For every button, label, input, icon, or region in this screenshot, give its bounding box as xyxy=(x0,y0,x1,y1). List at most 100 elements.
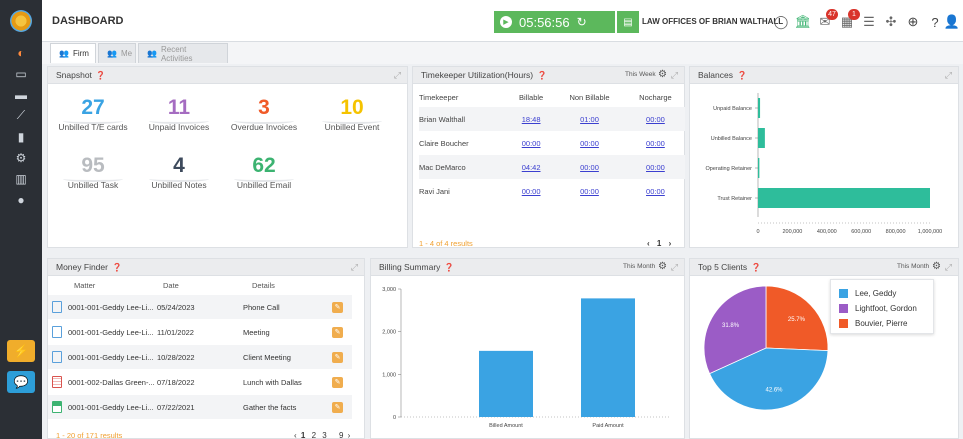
period-selector[interactable]: This Month xyxy=(897,263,929,270)
folder-icon[interactable]: ▭ xyxy=(0,63,42,84)
stat-underline xyxy=(234,118,294,124)
expand-icon[interactable]: ⤢ xyxy=(671,70,678,81)
prev-page-icon[interactable]: ‹ xyxy=(294,431,297,439)
legend-item[interactable]: Bouvier, Pierre xyxy=(839,316,927,331)
list-icon[interactable]: ☰ xyxy=(860,13,878,31)
hours-link[interactable]: 00:00 xyxy=(553,131,626,155)
info-icon[interactable]: ❓ xyxy=(112,263,122,272)
table-row[interactable]: 0001-001-Geddy Lee-Li... 07/22/2021 Gather… xyxy=(48,395,352,419)
column-header[interactable]: Non Billable xyxy=(553,87,626,107)
table-row[interactable]: 0001-001-Geddy Lee-Li... 05/24/2023 Phone … xyxy=(48,295,352,319)
gear-icon[interactable]: ⚙ xyxy=(658,261,667,272)
expand-icon[interactable]: ⤢ xyxy=(351,262,358,273)
tab-recent-activities[interactable]: 👥 Recent Activities xyxy=(138,43,228,63)
row-date: 07/18/2022 xyxy=(157,377,195,387)
hours-link[interactable]: 00:00 xyxy=(626,131,685,155)
page-number[interactable]: 9 xyxy=(339,431,343,439)
sidebar: ◐ ▭ ▬ ⟋ ▮ ⚙ ▥ ● ⚡ 💬 xyxy=(0,0,42,439)
timekeeper-table: Timekeeper Billable Non Billable Nocharge B… xyxy=(419,87,685,203)
chat-bubble-icon[interactable]: ◯ xyxy=(772,13,790,31)
row-date: 11/01/2022 xyxy=(157,327,194,337)
next-page-icon[interactable]: › xyxy=(348,431,351,439)
edit-icon[interactable]: ✎ xyxy=(332,301,343,313)
time-card-icon[interactable]: ▤ xyxy=(617,11,639,33)
chat-icon[interactable]: 💬 xyxy=(7,371,35,393)
tab-me[interactable]: 👥 Me xyxy=(98,43,136,63)
column-header[interactable]: Nocharge xyxy=(626,87,685,107)
hours-link[interactable]: 00:00 xyxy=(626,179,685,203)
info-icon[interactable]: ❓ xyxy=(751,263,761,272)
row-details: Meeting xyxy=(243,327,270,337)
lightning-icon[interactable]: ⚡ xyxy=(7,340,35,362)
column-header[interactable]: Timekeeper xyxy=(419,87,509,107)
user-icon[interactable]: ● xyxy=(0,189,42,210)
column-header[interactable]: Matter xyxy=(74,281,95,290)
legend-item[interactable]: Lee, Geddy xyxy=(839,286,927,301)
period-selector[interactable]: This Week xyxy=(625,71,656,78)
column-header[interactable]: Date xyxy=(163,281,179,290)
column-header[interactable]: Details xyxy=(252,281,275,290)
bar-chart-icon[interactable]: ▥ xyxy=(0,168,42,189)
tick-label: 3,000 xyxy=(382,287,396,293)
page-number[interactable]: 1 xyxy=(301,431,305,439)
legend-label: Lee, Geddy xyxy=(855,289,897,298)
play-icon[interactable]: ▶ xyxy=(500,16,512,28)
puzzle-icon[interactable]: ✣ xyxy=(882,13,900,31)
tab-firm[interactable]: 👥 Firm xyxy=(50,43,96,63)
timer-button[interactable]: ▶ 05:56:56 ↻ xyxy=(494,11,615,33)
expand-icon[interactable]: ⤢ xyxy=(945,70,952,81)
row-details: Client Meeting xyxy=(243,352,291,362)
hours-link[interactable]: 00:00 xyxy=(509,131,553,155)
chart-line-icon[interactable]: ⟋ xyxy=(0,105,42,126)
edit-icon[interactable]: ✎ xyxy=(332,326,343,338)
column-header[interactable]: Billable xyxy=(509,87,553,107)
hours-link[interactable]: 18:48 xyxy=(509,107,554,131)
app-logo[interactable] xyxy=(0,0,42,42)
page-number[interactable]: 1 xyxy=(657,239,661,248)
legend-item[interactable]: Lightfoot, Gordon xyxy=(839,301,927,316)
book-icon[interactable]: ▮ xyxy=(0,126,42,147)
palette-icon[interactable]: ◐ xyxy=(0,42,42,63)
next-page-icon[interactable]: › xyxy=(669,239,672,248)
hours-link[interactable]: 00:00 xyxy=(625,107,685,131)
add-icon[interactable]: ⊕ xyxy=(904,13,922,31)
cogs-icon[interactable]: ⚙ xyxy=(0,147,42,168)
edit-icon[interactable]: ✎ xyxy=(332,376,343,388)
hours-link[interactable]: 00:00 xyxy=(553,155,626,179)
period-selector[interactable]: This Month xyxy=(623,263,655,270)
hours-link[interactable]: 00:00 xyxy=(625,155,685,179)
refresh-icon[interactable]: ↻ xyxy=(577,15,587,29)
help-icon[interactable]: ? xyxy=(926,13,944,31)
table-row[interactable]: 0001-001-Geddy Lee-Li... 10/28/2022 Client… xyxy=(48,345,352,369)
bank-icon[interactable]: 🏛 xyxy=(794,13,812,31)
hours-link[interactable]: 00:00 xyxy=(553,179,626,203)
expand-icon[interactable]: ⤢ xyxy=(394,70,401,81)
hours-link[interactable]: 00:00 xyxy=(509,179,553,203)
edit-icon[interactable]: ✎ xyxy=(332,401,343,413)
bar xyxy=(581,298,635,417)
gear-icon[interactable]: ⚙ xyxy=(658,69,667,80)
mail-icon[interactable]: ✉ 47 xyxy=(816,9,838,31)
prev-page-icon[interactable]: ‹ xyxy=(647,239,650,248)
hours-link[interactable]: 01:00 xyxy=(553,107,626,131)
hours-link[interactable]: 04:42 xyxy=(509,155,554,179)
gear-icon[interactable]: ⚙ xyxy=(932,261,941,272)
info-icon[interactable]: ❓ xyxy=(96,71,106,80)
table-row[interactable]: 0001-001-Geddy Lee-Li... 11/01/2022 Meetin… xyxy=(48,320,352,344)
table-row[interactable]: 0001-002-Dallas Green-... 07/18/2022 Lunch… xyxy=(48,370,352,394)
legend-label: Bouvier, Pierre xyxy=(855,319,908,328)
edit-icon[interactable]: ✎ xyxy=(332,351,343,363)
expand-icon[interactable]: ⤢ xyxy=(671,262,678,273)
calendar-icon xyxy=(52,376,62,388)
calendar-icon[interactable]: ▦ 1 xyxy=(838,9,860,31)
table-row: Ravi Jani 00:00 00:00 00:00 xyxy=(419,179,685,203)
expand-icon[interactable]: ⤢ xyxy=(945,262,952,273)
page-number[interactable]: 2 xyxy=(312,431,316,439)
info-icon[interactable]: ❓ xyxy=(737,71,747,80)
slice-label: 42.6% xyxy=(766,387,784,393)
user-profile-icon[interactable]: 👤 xyxy=(943,13,961,31)
laptop-icon[interactable]: ▬ xyxy=(0,84,42,105)
page-number[interactable]: 3 xyxy=(322,431,326,439)
info-icon[interactable]: ❓ xyxy=(537,71,547,80)
info-icon[interactable]: ❓ xyxy=(444,263,454,272)
